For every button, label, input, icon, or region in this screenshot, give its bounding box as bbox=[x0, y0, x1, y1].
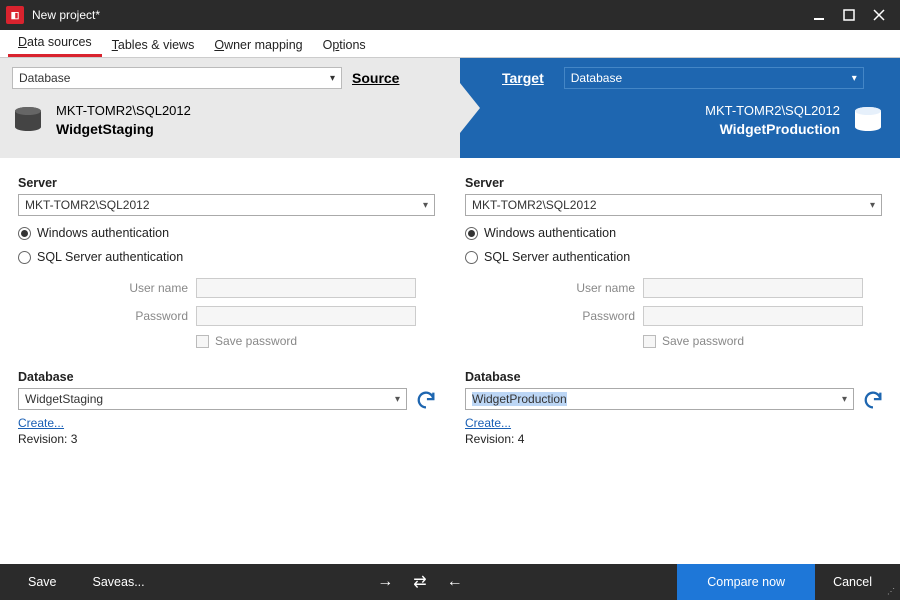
target-server-name: MKT-TOMR2\SQL2012 bbox=[705, 102, 840, 120]
target-server-combo[interactable]: MKT-TOMR2\SQL2012▾ bbox=[465, 194, 882, 216]
radio-icon bbox=[18, 251, 31, 264]
target-auth-windows[interactable]: Windows authentication bbox=[465, 226, 882, 240]
header-row: Database ▾ Source MKT-TOMR2\SQL2012 Widg… bbox=[0, 58, 900, 158]
refresh-icon[interactable] bbox=[862, 389, 882, 409]
target-label: Target bbox=[502, 70, 544, 86]
target-type-dropdown[interactable]: Database ▾ bbox=[564, 67, 864, 89]
target-create-link[interactable]: Create... bbox=[465, 416, 511, 430]
source-username-input[interactable] bbox=[196, 278, 416, 298]
chevron-down-icon: ▾ bbox=[870, 200, 875, 211]
target-database-name: WidgetProduction bbox=[705, 120, 840, 139]
header-source: Database ▾ Source MKT-TOMR2\SQL2012 Widg… bbox=[0, 58, 460, 158]
source-save-password-check[interactable]: Save password bbox=[196, 334, 416, 348]
source-database-combo[interactable]: WidgetStaging▾ bbox=[18, 388, 407, 410]
minimize-button[interactable] bbox=[804, 0, 834, 30]
checkbox-icon bbox=[643, 335, 656, 348]
maximize-button[interactable] bbox=[834, 0, 864, 30]
target-save-password-check[interactable]: Save password bbox=[643, 334, 863, 348]
chevron-down-icon: ▾ bbox=[330, 73, 335, 84]
titlebar: ◧ New project* bbox=[0, 0, 900, 30]
radio-icon bbox=[465, 251, 478, 264]
password-label: Password bbox=[545, 309, 635, 323]
checkbox-icon bbox=[196, 335, 209, 348]
refresh-icon[interactable] bbox=[415, 389, 435, 409]
tab-options[interactable]: Options bbox=[313, 34, 376, 57]
source-auth-sql[interactable]: SQL Server authentication bbox=[18, 250, 435, 264]
database-label: Database bbox=[465, 370, 882, 384]
chevron-down-icon: ▾ bbox=[423, 200, 428, 211]
source-type-dropdown[interactable]: Database ▾ bbox=[12, 67, 342, 89]
arrow-divider bbox=[440, 58, 480, 158]
radio-icon bbox=[465, 227, 478, 240]
source-create-link[interactable]: Create... bbox=[18, 416, 64, 430]
chevron-down-icon: ▾ bbox=[395, 394, 400, 405]
save-button[interactable]: Save bbox=[10, 564, 75, 600]
target-database-combo[interactable]: WidgetProduction▾ bbox=[465, 388, 854, 410]
target-panel: Server MKT-TOMR2\SQL2012▾ Windows authen… bbox=[465, 176, 882, 558]
body-row: Server MKT-TOMR2\SQL2012▾ Windows authen… bbox=[0, 158, 900, 558]
source-database-name: WidgetStaging bbox=[56, 120, 191, 139]
tab-owner-mapping[interactable]: Owner mapping bbox=[204, 34, 312, 57]
header-target: Target Database ▾ MKT-TOMR2\SQL2012 Widg… bbox=[460, 58, 900, 158]
tab-data-sources[interactable]: Data sources bbox=[8, 31, 102, 57]
username-label: User name bbox=[98, 281, 188, 295]
database-label: Database bbox=[18, 370, 435, 384]
source-revision: Revision: 3 bbox=[18, 432, 435, 446]
chevron-down-icon: ▾ bbox=[852, 73, 857, 84]
close-button[interactable] bbox=[864, 0, 894, 30]
database-icon bbox=[12, 106, 44, 134]
target-password-input[interactable] bbox=[643, 306, 863, 326]
arrow-right-icon[interactable]: → bbox=[377, 573, 393, 591]
tabbar: Data sources Tables & views Owner mappin… bbox=[0, 30, 900, 58]
target-username-input[interactable] bbox=[643, 278, 863, 298]
source-label: Source bbox=[352, 70, 399, 86]
cancel-button[interactable]: Cancel bbox=[815, 564, 890, 600]
compare-now-button[interactable]: Compare now bbox=[677, 564, 815, 600]
password-label: Password bbox=[98, 309, 188, 323]
source-password-input[interactable] bbox=[196, 306, 416, 326]
app-icon: ◧ bbox=[6, 6, 24, 24]
direction-icons: → ⇄ ← bbox=[361, 572, 478, 592]
username-label: User name bbox=[545, 281, 635, 295]
target-auth-sql[interactable]: SQL Server authentication bbox=[465, 250, 882, 264]
resize-grip-icon[interactable]: ⋰ bbox=[887, 587, 896, 596]
window-title: New project* bbox=[32, 8, 804, 22]
database-icon bbox=[852, 106, 884, 134]
source-server-combo[interactable]: MKT-TOMR2\SQL2012▾ bbox=[18, 194, 435, 216]
arrow-left-icon[interactable]: ← bbox=[447, 573, 463, 591]
tab-tables-views[interactable]: Tables & views bbox=[102, 34, 205, 57]
footer: Save Save as... → ⇄ ← Compare now Cancel… bbox=[0, 564, 900, 600]
source-server-name: MKT-TOMR2\SQL2012 bbox=[56, 102, 191, 120]
server-label: Server bbox=[18, 176, 435, 190]
swap-icon[interactable]: ⇄ bbox=[413, 572, 426, 592]
target-revision: Revision: 4 bbox=[465, 432, 882, 446]
source-panel: Server MKT-TOMR2\SQL2012▾ Windows authen… bbox=[18, 176, 435, 558]
source-auth-windows[interactable]: Windows authentication bbox=[18, 226, 435, 240]
radio-icon bbox=[18, 227, 31, 240]
chevron-down-icon: ▾ bbox=[842, 394, 847, 405]
server-label: Server bbox=[465, 176, 882, 190]
save-as-button[interactable]: Save as... bbox=[75, 564, 163, 600]
